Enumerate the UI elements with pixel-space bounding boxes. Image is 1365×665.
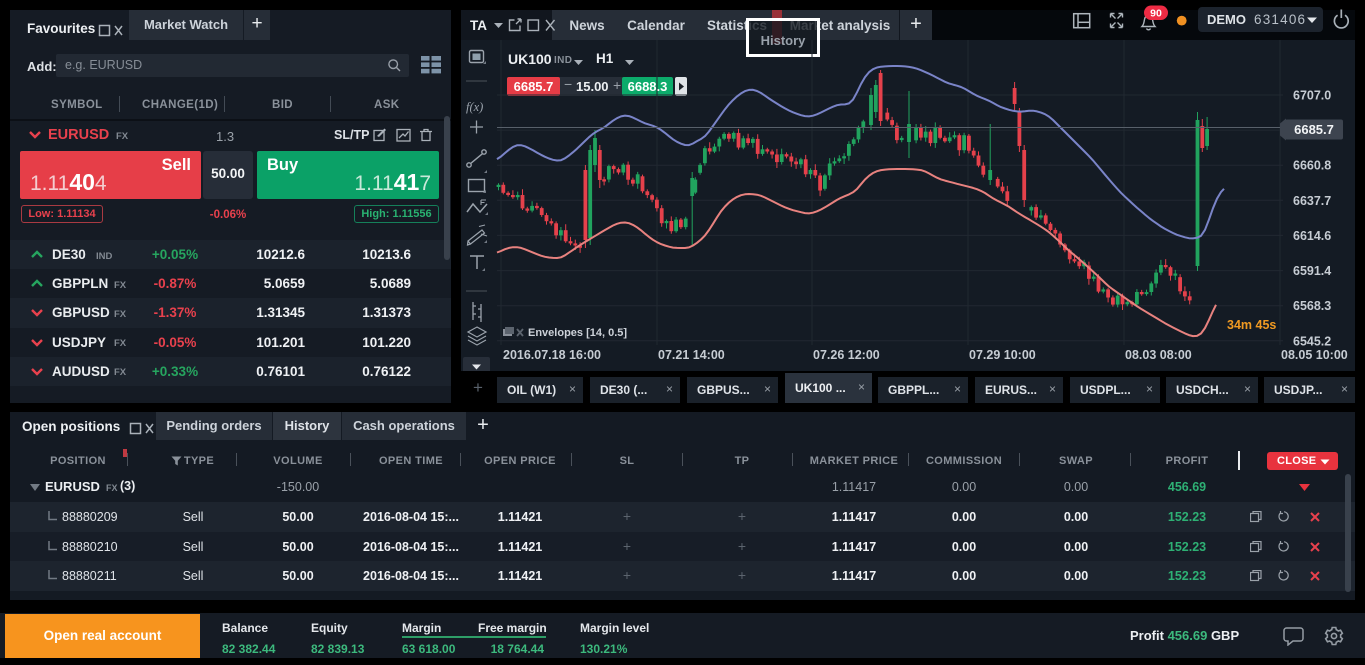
svg-text:34m 45s: 34m 45s <box>1227 318 1276 332</box>
svg-text:6707.0: 6707.0 <box>1293 89 1331 103</box>
svg-text:08.05 10:00: 08.05 10:00 <box>1281 348 1348 362</box>
svg-text:6591.4: 6591.4 <box>1293 264 1331 278</box>
svg-text:6568.3: 6568.3 <box>1293 299 1331 313</box>
svg-text:90: 90 <box>1150 8 1162 20</box>
svg-text:2016.07.18 16:00: 2016.07.18 16:00 <box>503 348 601 362</box>
svg-text:6685.7: 6685.7 <box>1294 122 1334 137</box>
svg-text:6614.6: 6614.6 <box>1293 229 1331 243</box>
svg-text:6545.2: 6545.2 <box>1293 334 1331 348</box>
svg-text:07.21 14:00: 07.21 14:00 <box>658 348 725 362</box>
svg-text:631406: 631406 <box>1254 12 1306 27</box>
svg-text:DEMO: DEMO <box>1207 12 1246 27</box>
svg-text:6660.8: 6660.8 <box>1293 159 1331 173</box>
svg-text:08.03 08:00: 08.03 08:00 <box>1125 348 1192 362</box>
svg-text:07.26 12:00: 07.26 12:00 <box>813 348 880 362</box>
svg-text:6637.7: 6637.7 <box>1293 194 1331 208</box>
svg-text:07.29 10:00: 07.29 10:00 <box>969 348 1036 362</box>
svg-text:Envelopes [14, 0.5]: Envelopes [14, 0.5] <box>528 327 627 339</box>
